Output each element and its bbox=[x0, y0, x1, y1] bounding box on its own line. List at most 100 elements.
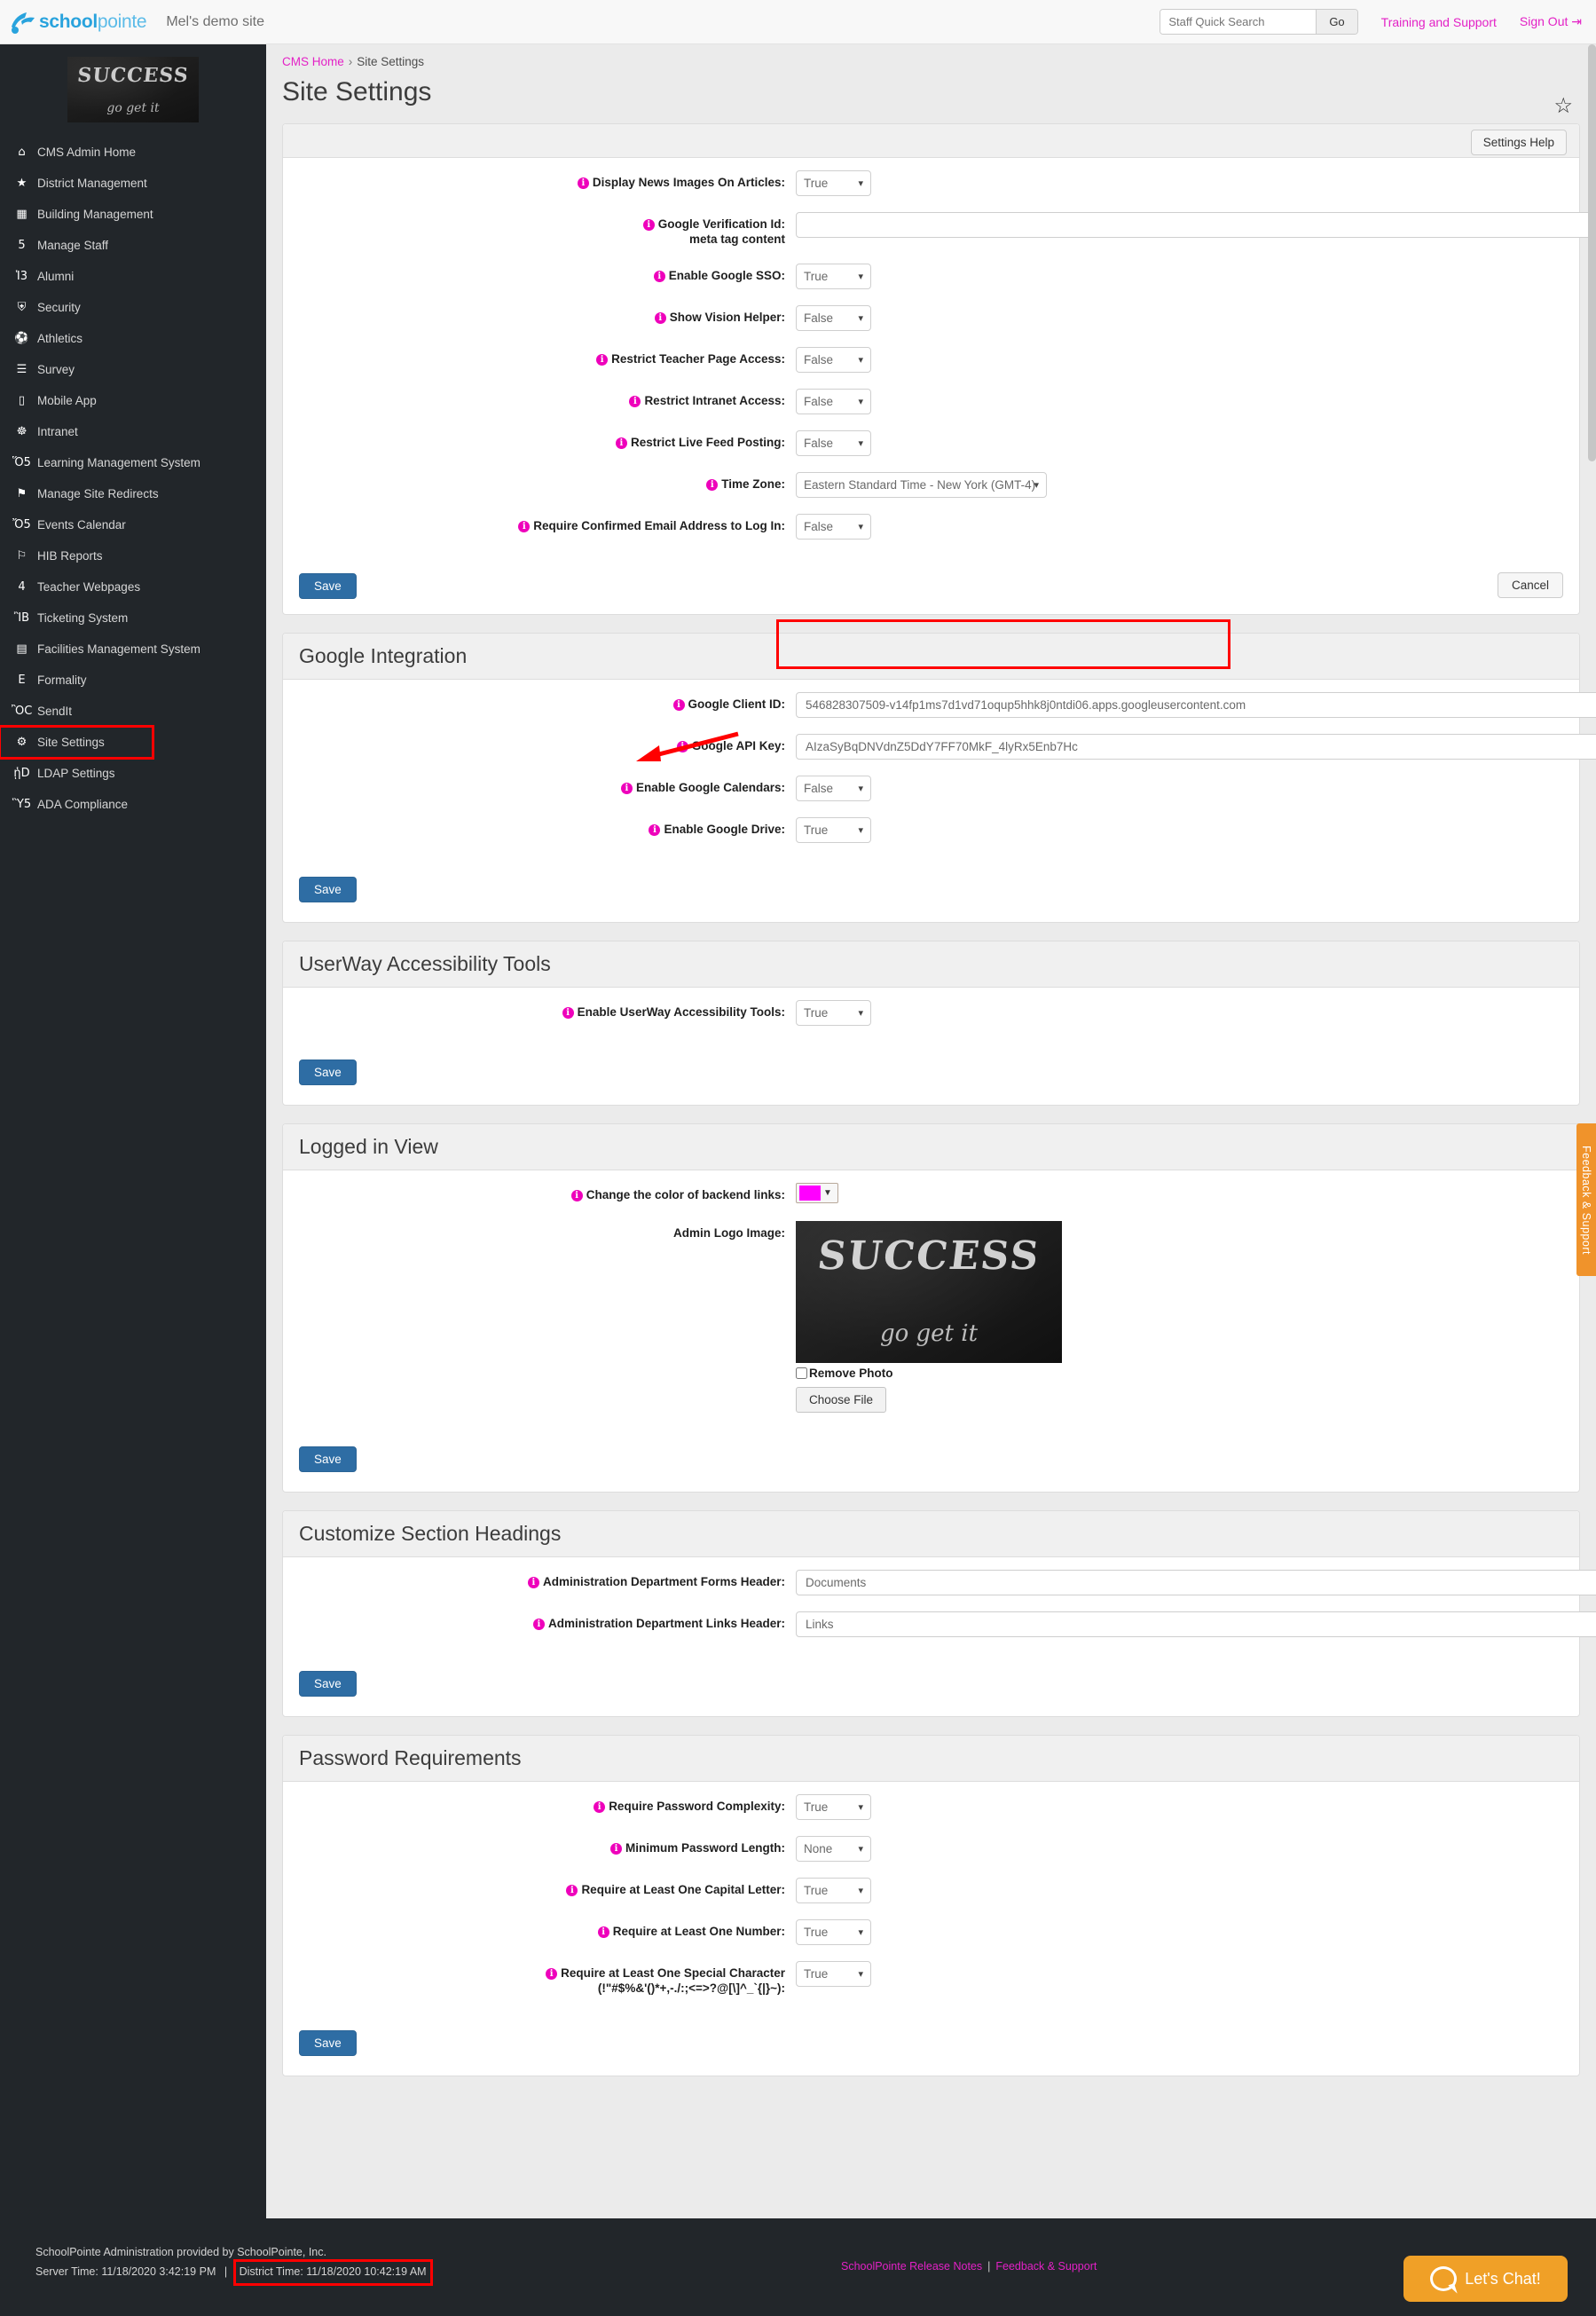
choose-file-button[interactable]: Choose File bbox=[796, 1387, 886, 1413]
sidebar-item-cms-admin-home[interactable]: ⌂ CMS Admin Home bbox=[0, 137, 266, 168]
field-label-text: Administration Department Links Header: bbox=[548, 1617, 785, 1630]
search-go-button[interactable]: Go bbox=[1316, 10, 1356, 34]
sidebar-item-sendit[interactable]: ὊC SendIt bbox=[0, 696, 266, 727]
select-wrapper: False ▾ bbox=[796, 305, 871, 331]
info-icon[interactable]: i bbox=[616, 437, 627, 449]
breadcrumb-cms-home[interactable]: CMS Home bbox=[282, 55, 344, 68]
password-save-button[interactable]: Save bbox=[299, 2030, 357, 2056]
sidebar-item-district-management[interactable]: ★ District Management bbox=[0, 168, 266, 199]
sidebar-item-hib-reports[interactable]: ⚐ HIB Reports bbox=[0, 540, 266, 571]
brand-logo[interactable]: schoolpointe bbox=[9, 11, 146, 34]
select-input[interactable]: False bbox=[796, 514, 871, 540]
text-input[interactable] bbox=[796, 212, 1596, 238]
sidebar-item-ada-compliance[interactable]: Ὓ5 ADA Compliance bbox=[0, 789, 266, 820]
sidebar-item-ticketing-system[interactable]: ἺB Ticketing System bbox=[0, 603, 266, 634]
info-icon[interactable]: i bbox=[578, 177, 589, 189]
sidebar-item-events-calendar[interactable]: Ὄ5 Events Calendar bbox=[0, 509, 266, 540]
sidebar-item-learning-management-system[interactable]: Ὅ5 Learning Management System bbox=[0, 447, 266, 478]
select-input[interactable]: True bbox=[796, 1794, 871, 1820]
userway-panel-body: i Enable UserWay Accessibility Tools: True… bbox=[283, 988, 1579, 1060]
section-headings-save-button[interactable]: Save bbox=[299, 1671, 357, 1697]
info-icon[interactable]: i bbox=[594, 1801, 605, 1813]
select-input[interactable]: False bbox=[796, 389, 871, 414]
sidebar-item-building-management[interactable]: ▦ Building Management bbox=[0, 199, 266, 230]
info-icon[interactable]: i bbox=[562, 1007, 574, 1019]
admin-logo-field: SUCCESS go get it Remove Photo Choose Fi… bbox=[796, 1221, 1579, 1413]
release-notes-link[interactable]: SchoolPointe Release Notes bbox=[841, 2260, 982, 2273]
color-picker-swatch[interactable]: ▼ bbox=[796, 1183, 838, 1203]
userway-save-button[interactable]: Save bbox=[299, 1060, 357, 1085]
info-icon[interactable]: i bbox=[533, 1619, 545, 1630]
select-input[interactable]: False bbox=[796, 776, 871, 801]
search-input[interactable] bbox=[1160, 10, 1316, 34]
info-icon[interactable]: i bbox=[649, 824, 660, 836]
scrollbar-thumb[interactable] bbox=[1588, 44, 1596, 461]
sidebar-item-alumni[interactable]: Ἱ3 Alumni bbox=[0, 261, 266, 292]
form-row: i Require at Least One Number: True ▾ bbox=[283, 1919, 1579, 1945]
select-input[interactable]: False bbox=[796, 305, 871, 331]
select-input[interactable]: True bbox=[796, 264, 871, 289]
select-input[interactable]: False bbox=[796, 430, 871, 456]
select-input[interactable]: True bbox=[796, 170, 871, 196]
google-save-button[interactable]: Save bbox=[299, 877, 357, 902]
info-icon[interactable]: i bbox=[654, 271, 665, 282]
select-input[interactable]: True bbox=[796, 1878, 871, 1903]
text-input[interactable] bbox=[796, 734, 1596, 760]
select-input[interactable]: None bbox=[796, 1836, 871, 1862]
info-icon[interactable]: i bbox=[643, 219, 655, 231]
select-input[interactable]: True bbox=[796, 1961, 871, 1987]
sidebar-item-intranet[interactable]: ☸ Intranet bbox=[0, 416, 266, 447]
info-icon[interactable]: i bbox=[566, 1885, 578, 1896]
field-label: i Restrict Intranet Access: bbox=[283, 389, 796, 409]
remove-photo-checkbox[interactable] bbox=[796, 1367, 807, 1379]
info-icon[interactable]: i bbox=[629, 396, 641, 407]
sidebar-item-facilities-management-system[interactable]: ▤ Facilities Management System bbox=[0, 634, 266, 665]
training-support-link[interactable]: Training and Support bbox=[1381, 15, 1497, 29]
staff-quick-search[interactable]: Go bbox=[1160, 9, 1357, 35]
info-icon[interactable]: i bbox=[518, 521, 530, 532]
remove-photo-row[interactable]: Remove Photo bbox=[796, 1367, 1579, 1380]
select-input[interactable]: True bbox=[796, 1919, 871, 1945]
info-icon[interactable]: i bbox=[610, 1843, 622, 1855]
info-icon[interactable]: i bbox=[598, 1926, 609, 1938]
admin-logo-line1: SUCCESS bbox=[796, 1233, 1062, 1279]
field-label-text: Google Verification Id: bbox=[658, 217, 785, 231]
text-input[interactable] bbox=[796, 1570, 1596, 1595]
info-icon[interactable]: i bbox=[546, 1968, 557, 1980]
settings-help-button[interactable]: Settings Help bbox=[1471, 130, 1567, 155]
footer-feedback-support-link[interactable]: Feedback & Support bbox=[995, 2260, 1097, 2273]
sidebar-item-manage-staff[interactable]: ὆5 Manage Staff bbox=[0, 230, 266, 261]
sidebar-item-security[interactable]: ⛨ Security bbox=[0, 292, 266, 323]
info-icon[interactable]: i bbox=[706, 479, 718, 491]
sidebar-item-athletics[interactable]: ⚽ Athletics bbox=[0, 323, 266, 354]
select-input[interactable]: Eastern Standard Time - New York (GMT-4) bbox=[796, 472, 1047, 498]
feedback-support-tab[interactable]: Feedback & Support bbox=[1576, 1123, 1596, 1276]
info-icon[interactable]: i bbox=[571, 1190, 583, 1201]
select-input[interactable]: True bbox=[796, 817, 871, 843]
select-input[interactable]: False bbox=[796, 347, 871, 373]
sidebar-item-site-settings[interactable]: ⚙ Site Settings bbox=[0, 727, 153, 758]
sidebar-item-ldap-settings[interactable]: ᾑD LDAP Settings bbox=[0, 758, 266, 789]
general-cancel-button[interactable]: Cancel bbox=[1498, 572, 1563, 598]
sidebar-item-survey[interactable]: ☰ Survey bbox=[0, 354, 266, 385]
lets-chat-button[interactable]: Let's Chat! bbox=[1403, 2256, 1568, 2302]
info-icon[interactable]: i bbox=[673, 699, 685, 711]
sign-out-link[interactable]: Sign Out ⇥ bbox=[1520, 14, 1582, 29]
general-save-button[interactable]: Save bbox=[299, 573, 357, 599]
info-icon[interactable]: i bbox=[655, 312, 666, 324]
sidebar-item-mobile-app[interactable]: ▯ Mobile App bbox=[0, 385, 266, 416]
info-icon[interactable]: i bbox=[596, 354, 608, 366]
sidebar-item-teacher-webpages[interactable]: ὆4 Teacher Webpages bbox=[0, 571, 266, 603]
sidebar-item-formality[interactable]: ὜E Formality bbox=[0, 665, 266, 696]
info-icon[interactable]: i bbox=[528, 1577, 539, 1588]
text-input[interactable] bbox=[796, 1611, 1596, 1637]
favorite-star-icon[interactable]: ☆ bbox=[1553, 96, 1573, 117]
text-input[interactable] bbox=[796, 692, 1596, 718]
select-input[interactable]: True bbox=[796, 1000, 871, 1026]
info-icon[interactable]: i bbox=[621, 783, 633, 794]
sidebar-item-manage-site-redirects[interactable]: ⚑ Manage Site Redirects bbox=[0, 478, 266, 509]
logged-in-view-save-button[interactable]: Save bbox=[299, 1446, 357, 1472]
field-label: i Require Confirmed Email Address to Log … bbox=[283, 514, 796, 534]
sidebar-item-label: Events Calendar bbox=[37, 518, 126, 532]
info-icon[interactable]: i bbox=[677, 741, 688, 752]
